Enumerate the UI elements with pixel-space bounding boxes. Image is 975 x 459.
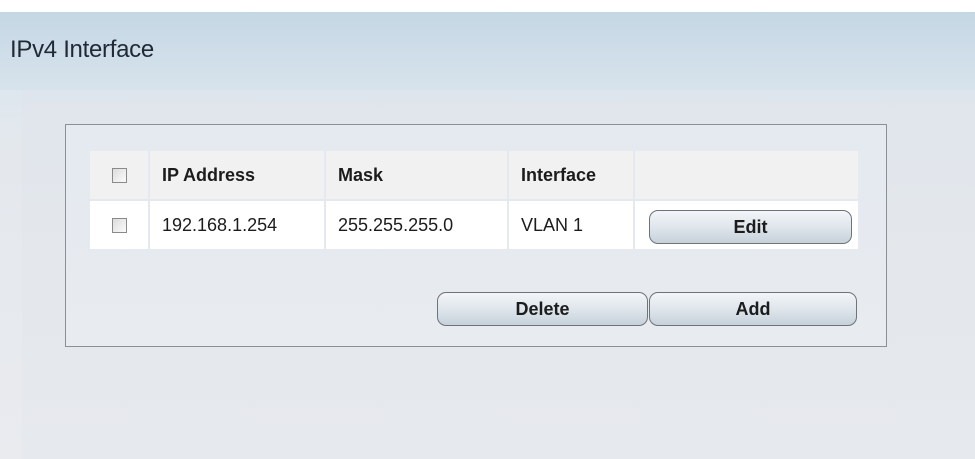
delete-button[interactable]: Delete (437, 292, 648, 326)
column-header-actions (634, 151, 858, 200)
page-title: IPv4 Interface (10, 36, 154, 63)
add-button[interactable]: Add (649, 292, 857, 326)
column-header-ip-address: IP Address (149, 151, 326, 200)
interface-cell: VLAN 1 (508, 199, 635, 249)
column-header-interface: Interface (508, 151, 635, 200)
select-all-checkbox[interactable] (111, 168, 127, 184)
row-checkbox[interactable] (111, 218, 127, 234)
table-header-row: IP Address Mask Interface (90, 151, 858, 200)
row-select-cell (90, 199, 150, 249)
mask-cell: 255.255.255.0 (325, 199, 509, 249)
ip-address-cell: 192.168.1.254 (149, 199, 326, 249)
column-header-mask: Mask (325, 151, 509, 200)
page-header: IPv4 Interface (0, 12, 975, 90)
select-all-cell (90, 151, 150, 200)
edit-button[interactable]: Edit (649, 210, 852, 244)
